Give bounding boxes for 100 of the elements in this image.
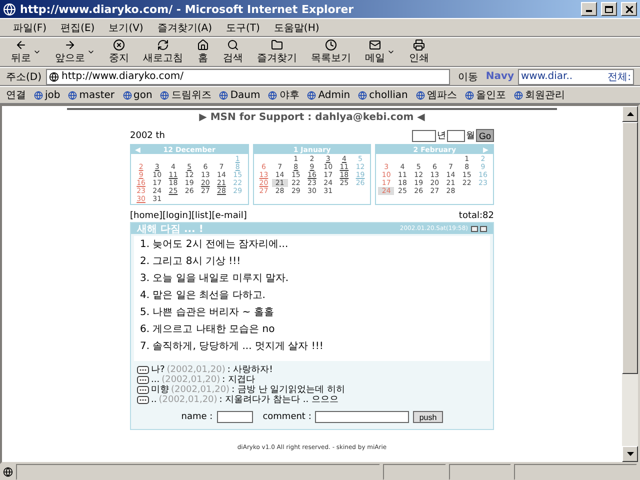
link-item[interactable]: chollian xyxy=(354,90,412,100)
close-button[interactable] xyxy=(621,2,637,16)
toolbar-button[interactable]: 즐겨찾기 xyxy=(252,39,302,65)
comment-field[interactable] xyxy=(315,411,410,423)
page-icon xyxy=(307,90,316,100)
year-unit: 년 xyxy=(436,130,446,142)
home-icon xyxy=(197,39,209,51)
comment-text: : 지울려다가 참는다 .. 으으으 xyxy=(219,395,338,405)
toolbar-button[interactable]: 중지 xyxy=(104,39,134,65)
page-icon xyxy=(68,90,78,100)
speech-bubble-icon xyxy=(137,386,149,394)
nav-link[interactable]: [list] xyxy=(192,211,212,221)
toolbar-button[interactable]: 목록보기 xyxy=(306,39,356,65)
entry-line: 5. 나쁜 습관은 버리자 ~ 홀홀 xyxy=(140,307,275,319)
links-label: 연결 xyxy=(6,89,27,102)
link-item[interactable]: job xyxy=(30,90,64,100)
name-field[interactable] xyxy=(216,411,253,423)
entry-line: 6. 게으르고 나태한 모습은 no xyxy=(140,324,276,336)
go-button[interactable]: 이동 xyxy=(454,70,482,84)
speech-bubble-icon xyxy=(137,366,149,374)
comment-author: .. xyxy=(151,395,157,405)
page-icon xyxy=(464,90,474,100)
entry-line: 1. 늦어도 2시 전에는 잠자리에... xyxy=(140,239,290,251)
link-item[interactable]: 회원관리 xyxy=(510,88,569,102)
scroll-up-button[interactable] xyxy=(622,106,638,122)
page-icon xyxy=(34,90,43,100)
year-field[interactable] xyxy=(412,130,436,142)
minimize-button[interactable] xyxy=(581,2,597,16)
close-icon xyxy=(626,6,632,12)
speech-bubble-icon xyxy=(137,396,149,404)
page-icon xyxy=(219,90,228,100)
toolbar-button[interactable]: 새로고침 xyxy=(138,39,188,65)
menu-item[interactable]: 편집(E) xyxy=(54,20,102,34)
down-arrow-icon xyxy=(626,452,634,456)
menu-item[interactable]: 즐겨찾기(A) xyxy=(150,20,219,34)
scrollbar[interactable] xyxy=(622,106,638,462)
comment-date: (2002,01,20) xyxy=(162,375,220,385)
scroll-thumb[interactable] xyxy=(622,122,638,374)
search-field[interactable]: www.diar.. 전체: xyxy=(518,68,634,84)
nav-link[interactable]: [login] xyxy=(162,211,192,221)
entry-line: 2. 그리고 8시 기상 !!! xyxy=(140,256,242,268)
page-icon xyxy=(122,90,132,100)
nav-link[interactable]: [home] xyxy=(130,211,163,221)
comment-text: : 사랑하자! xyxy=(227,365,273,375)
menu-item[interactable]: 파일(F) xyxy=(6,20,54,34)
scroll-down-button[interactable] xyxy=(622,446,638,462)
maximize-button[interactable] xyxy=(601,2,617,16)
link-item[interactable]: 드림위즈 xyxy=(156,88,216,102)
speech-bubble-icon xyxy=(137,376,149,384)
toolbar-button[interactable]: 메일 xyxy=(360,39,400,65)
entry-line: 3. 오늘 일을 내일로 미루지 말자. xyxy=(140,273,290,285)
year-text: 2002 th xyxy=(130,130,165,140)
month-unit: 월 xyxy=(466,130,475,142)
page-status-icon xyxy=(3,467,13,477)
page-icon xyxy=(514,90,523,100)
page-icon xyxy=(416,90,425,100)
refresh-icon xyxy=(157,39,169,51)
back-icon xyxy=(15,39,27,51)
stop-icon xyxy=(113,39,125,51)
page-icon xyxy=(268,90,278,100)
link-item[interactable]: Daum xyxy=(215,90,264,100)
comment-author: 미향 xyxy=(151,385,169,395)
entry-title: 새해 다짐 ... ! xyxy=(137,222,204,236)
comment-date: (2002,01,20) xyxy=(166,365,226,375)
forward-icon xyxy=(64,39,76,51)
push-button[interactable]: push xyxy=(413,411,443,423)
edit-delete-icon[interactable] xyxy=(471,226,487,232)
comment-text: : 금방 난 일기읽었는데 히히 xyxy=(232,385,346,395)
name-label: name : xyxy=(181,412,213,422)
link-item[interactable]: master xyxy=(64,90,119,100)
comment-label: comment : xyxy=(262,412,312,422)
go-button[interactable]: Go xyxy=(476,129,494,142)
toolbar-button[interactable]: 뒤로 xyxy=(6,39,46,65)
menu-item[interactable]: 도움말(H) xyxy=(266,20,326,34)
toolbar-button[interactable]: 홈 xyxy=(192,39,214,65)
month-field[interactable] xyxy=(446,130,465,142)
maximize-icon xyxy=(605,6,613,12)
toolbar-button[interactable]: 검색 xyxy=(218,39,248,65)
link-item[interactable]: Admin xyxy=(303,90,354,100)
link-item[interactable]: 올인포 xyxy=(460,88,510,102)
entry-line: 7. 솔직하게, 당당하게 ... 멋지게 살자 !!! xyxy=(140,341,324,353)
total-count: total:82 xyxy=(458,211,494,221)
link-item[interactable]: 야후 xyxy=(264,88,304,102)
history-icon xyxy=(325,39,337,51)
comment-author: ... xyxy=(151,375,160,385)
nav-link[interactable]: [e-mail] xyxy=(212,211,247,221)
toolbar-button[interactable]: 앞으로 xyxy=(50,39,100,65)
toolbar-button[interactable]: 인쇄 xyxy=(404,39,434,65)
browser-icon xyxy=(3,2,16,16)
page-icon xyxy=(48,72,59,82)
comment-author: 나? xyxy=(151,365,165,375)
menu-item[interactable]: 도구(T) xyxy=(219,20,267,34)
link-item[interactable]: gon xyxy=(118,90,156,100)
page-icon xyxy=(358,90,368,100)
favorites-icon xyxy=(271,39,283,51)
address-field[interactable]: http://www.diaryko.com/ xyxy=(46,68,450,84)
link-item[interactable]: 엠파스 xyxy=(412,88,461,102)
up-arrow-icon xyxy=(626,112,634,116)
menu-item[interactable]: 보기(V) xyxy=(102,20,150,34)
comment-date: (2002,01,20) xyxy=(171,385,230,395)
